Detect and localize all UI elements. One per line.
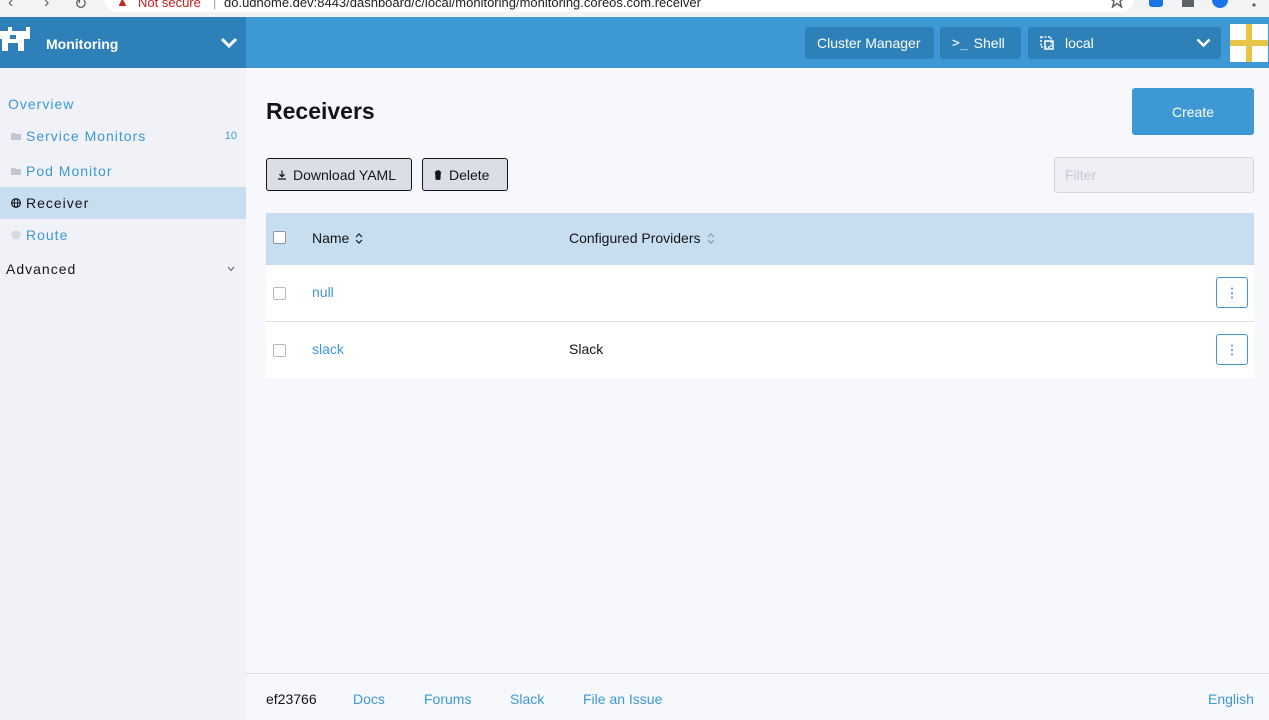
receiver-name-link[interactable]: null (312, 284, 334, 300)
extension-shield-icon[interactable] (1148, 0, 1164, 8)
security-label[interactable]: Not secure (138, 0, 201, 10)
row-checkbox[interactable] (273, 344, 286, 357)
table-header: Name Configured Providers (266, 213, 1254, 265)
version-label: ef23766 (266, 691, 317, 707)
footer-link-slack[interactable]: Slack (510, 691, 544, 707)
sidebar-group-advanced[interactable]: Advanced (0, 254, 246, 284)
footer-link-forums[interactable]: Forums (424, 691, 471, 707)
cluster-manager-button[interactable]: Cluster Manager (805, 27, 934, 59)
more-vertical-icon (1231, 287, 1233, 298)
select-all-checkbox[interactable] (273, 231, 286, 244)
warning-icon[interactable]: ▲ (116, 0, 129, 9)
column-header-label: Configured Providers (569, 230, 701, 246)
row-actions-button[interactable] (1216, 277, 1248, 308)
circle-icon (11, 230, 21, 240)
sidebar: Overview Service Monitors 10 Pod Monitor… (0, 68, 246, 720)
configured-providers-cell: Slack (569, 341, 604, 357)
namespace-icon (1040, 35, 1054, 50)
avatar-pattern-icon (1230, 24, 1268, 62)
table-row: slack Slack (266, 321, 1254, 378)
sidebar-item-route[interactable]: Route (0, 219, 246, 251)
column-header-name[interactable]: Name (312, 230, 363, 246)
sidebar-item-service-monitors[interactable]: Service Monitors 10 (0, 120, 246, 152)
top-header: Monitoring Cluster Manager >_ Shell loca… (0, 17, 1269, 68)
count-badge: 10 (224, 130, 237, 142)
receiver-name-link[interactable]: slack (312, 341, 344, 357)
sidebar-item-receiver[interactable]: Receiver (0, 187, 246, 219)
namespace-selector[interactable]: local (1028, 27, 1221, 59)
sort-icon (355, 232, 363, 244)
create-button[interactable]: Create (1132, 88, 1254, 135)
column-header-label: Name (312, 230, 350, 246)
sidebar-item-label: Overview (8, 96, 75, 112)
language-selector[interactable]: English (1208, 691, 1254, 707)
url-text[interactable]: do.udhome.dev:8443/dashboard/c/local/mon… (224, 0, 701, 10)
sidebar-group-label: Advanced (6, 261, 77, 277)
cow-logo-icon (0, 27, 30, 51)
separator: | (213, 0, 217, 10)
delete-button[interactable]: Delete (422, 158, 508, 191)
row-checkbox[interactable] (273, 287, 286, 300)
filter-input[interactable] (1054, 157, 1254, 193)
sidebar-item-label: Receiver (26, 195, 90, 211)
shell-label: Shell (973, 35, 1005, 51)
page-title: Receivers (266, 98, 375, 124)
table-row: null (266, 265, 1254, 322)
browser-menu-icon[interactable] (1246, 0, 1262, 8)
folder-icon (11, 168, 21, 175)
product-name: Monitoring (46, 36, 119, 52)
chevron-down-icon[interactable] (220, 37, 238, 49)
reload-icon[interactable]: ↻ (74, 0, 87, 14)
more-vertical-icon (1231, 344, 1233, 355)
extensions-puzzle-icon[interactable] (1180, 0, 1196, 8)
delete-label: Delete (449, 166, 490, 183)
sidebar-item-label: Service Monitors (26, 128, 147, 144)
browser-chrome: ‹ › ↻ ▲ Not secure | do.udhome.dev:8443/… (0, 0, 1269, 17)
download-icon (278, 170, 286, 180)
row-actions-button[interactable] (1216, 334, 1248, 365)
sidebar-item-label: Route (26, 227, 69, 243)
folder-icon (11, 133, 21, 140)
download-yaml-label: Download YAML (293, 166, 396, 183)
column-header-configured-providers[interactable]: Configured Providers (569, 230, 715, 246)
chevron-down-icon (1196, 38, 1211, 48)
bookmark-star-icon[interactable] (1109, 0, 1125, 8)
chevron-down-icon (227, 266, 235, 272)
forward-icon[interactable]: › (44, 0, 49, 12)
sidebar-item-overview[interactable]: Overview (0, 88, 246, 120)
download-yaml-button[interactable]: Download YAML (266, 158, 412, 191)
footer-link-file-an-issue[interactable]: File an Issue (583, 691, 662, 707)
globe-icon (11, 198, 21, 208)
sidebar-item-pod-monitor[interactable]: Pod Monitor (0, 155, 246, 187)
footer: ef23766 Docs Forums Slack File an Issue … (246, 673, 1269, 720)
back-icon[interactable]: ‹ (8, 0, 13, 12)
terminal-icon: >_ (952, 35, 968, 51)
trash-icon (434, 169, 442, 180)
profile-icon[interactable] (1212, 0, 1228, 8)
footer-link-docs[interactable]: Docs (353, 691, 385, 707)
sort-icon (707, 232, 714, 244)
sidebar-item-label: Pod Monitor (26, 163, 113, 179)
receivers-table: Name Configured Providers null slack Sla… (266, 213, 1254, 378)
shell-button[interactable]: >_ Shell (940, 27, 1021, 59)
namespace-label: local (1065, 35, 1094, 51)
user-avatar[interactable] (1230, 24, 1268, 62)
product-switcher[interactable]: Monitoring (0, 17, 246, 68)
